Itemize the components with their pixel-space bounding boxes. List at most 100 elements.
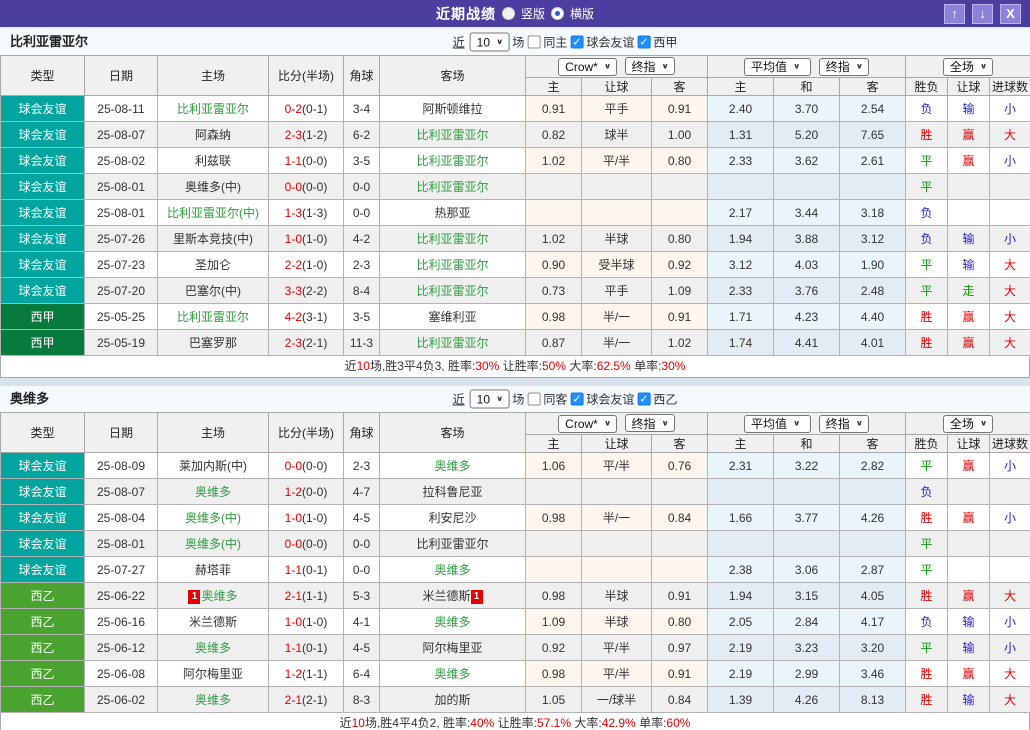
home-team-cell: 圣加仑 — [158, 252, 269, 278]
away-odds-cell — [652, 479, 708, 505]
handicap-result-cell: 输 — [948, 635, 990, 661]
sub-header-home-odds: 主 — [526, 78, 582, 96]
score-cell: 4-2(3-1) — [269, 304, 344, 330]
home-odds-cell — [526, 479, 582, 505]
same-home-label: 同主 — [543, 34, 567, 51]
halftime-score: (1-2) — [302, 128, 327, 142]
home-team-cell: 阿森纳 — [158, 122, 269, 148]
move-up-button[interactable]: ↑ — [944, 4, 965, 24]
avg-draw-odds-cell: 3.23 — [774, 635, 840, 661]
recent-count-select[interactable]: 10 — [470, 33, 510, 52]
average-select[interactable]: 平均值 — [744, 415, 811, 433]
halftime-score: (3-1) — [302, 310, 327, 324]
away-team-cell: 比利亚雷亚尔 — [380, 226, 526, 252]
recent-link[interactable]: 近 — [453, 34, 465, 51]
friendly-checkbox[interactable] — [570, 36, 583, 49]
vertical-layout-radio[interactable] — [502, 7, 515, 20]
halftime-score: (0-1) — [302, 102, 327, 116]
games-label: 场 — [512, 34, 524, 51]
away-odds-cell: 0.97 — [652, 635, 708, 661]
match-type-cell: 西乙 — [1, 687, 85, 713]
score-cell: 1-1(0-1) — [269, 635, 344, 661]
score-cell: 1-0(1-0) — [269, 226, 344, 252]
fulltime-select[interactable]: 全场 — [943, 58, 993, 76]
score-cell: 3-3(2-2) — [269, 278, 344, 304]
avg-draw-odds-cell: 3.62 — [774, 148, 840, 174]
fulltime-score: 2-2 — [285, 258, 302, 272]
final-odds-select[interactable]: 终指 — [625, 57, 675, 75]
table-row: 球会友谊 25-07-20 巴塞尔(中) 3-3(2-2) 8-4 比利亚雷亚尔… — [1, 278, 1030, 304]
away-odds-cell: 0.80 — [652, 226, 708, 252]
average-select[interactable]: 平均值 — [744, 58, 811, 76]
handicap-result-cell: 赢 — [948, 661, 990, 687]
handicap-cell: 半球 — [582, 583, 652, 609]
same-home-checkbox[interactable] — [527, 36, 540, 49]
team-name-text: 奥维多 — [201, 589, 237, 603]
recent-count-select[interactable]: 10 — [470, 390, 510, 409]
fulltime-score: 2-3 — [285, 336, 302, 350]
odds-company-select[interactable]: Crow* — [558, 58, 617, 76]
close-button[interactable]: X — [1000, 4, 1021, 24]
final-odds-select[interactable]: 终指 — [625, 414, 675, 432]
col-header-away: 客场 — [380, 56, 526, 96]
average-header-cell: 平均值 终指 — [708, 56, 906, 78]
avg-draw-odds-cell: 4.03 — [774, 252, 840, 278]
filter-bar: 近 10 场 同客 球会友谊 西乙 — [453, 390, 678, 409]
date-cell: 25-08-07 — [85, 122, 158, 148]
away-odds-cell: 1.09 — [652, 278, 708, 304]
move-down-button[interactable]: ↓ — [972, 4, 993, 24]
goals-result-cell: 大 — [990, 122, 1030, 148]
avg-away-odds-cell: 2.61 — [840, 148, 906, 174]
result-cell: 平 — [906, 278, 948, 304]
league-checkbox[interactable] — [637, 36, 650, 49]
fulltime-score: 1-1 — [285, 563, 302, 577]
corners-cell: 3-4 — [344, 96, 380, 122]
away-team-cell: 奥维多 — [380, 557, 526, 583]
date-cell: 25-08-11 — [85, 96, 158, 122]
team-name-text: 奥维多 — [434, 563, 470, 577]
result-cell: 胜 — [906, 330, 948, 356]
halftime-score: (0-1) — [302, 641, 327, 655]
away-team-cell: 奥维多 — [380, 453, 526, 479]
home-team-cell: 巴塞罗那 — [158, 330, 269, 356]
avg-draw-odds-cell: 3.15 — [774, 583, 840, 609]
avg-draw-odds-cell: 3.77 — [774, 505, 840, 531]
vertical-layout-label: 竖版 — [521, 5, 545, 22]
result-cell: 平 — [906, 531, 948, 557]
team-name-text: 比利亚雷亚尔 — [177, 102, 249, 116]
team-name-text: 奥维多 — [434, 459, 470, 473]
corners-cell: 2-3 — [344, 453, 380, 479]
friendly-label: 球会友谊 — [586, 391, 634, 408]
titlebar: 近期战绩 竖版 横版 ↑ ↓ X — [0, 0, 1030, 27]
home-odds-cell: 1.06 — [526, 453, 582, 479]
recent-count-value: 10 — [477, 392, 490, 406]
handicap-result-cell: 赢 — [948, 330, 990, 356]
date-cell: 25-08-07 — [85, 479, 158, 505]
friendly-checkbox[interactable] — [570, 393, 583, 406]
score-cell: 1-0(1-0) — [269, 609, 344, 635]
avg-home-odds-cell: 1.31 — [708, 122, 774, 148]
col-header-type: 类型 — [1, 413, 85, 453]
fulltime-select[interactable]: 全场 — [943, 415, 993, 433]
home-team-cell: 奥维多(中) — [158, 531, 269, 557]
avg-away-odds-cell — [840, 174, 906, 200]
same-away-checkbox[interactable] — [527, 393, 540, 406]
away-team-cell: 比利亚雷亚尔 — [380, 122, 526, 148]
home-odds-cell — [526, 200, 582, 226]
match-type-cell: 球会友谊 — [1, 148, 85, 174]
halftime-score: (0-0) — [302, 485, 327, 499]
goals-result-cell — [990, 200, 1030, 226]
odds-company-select[interactable]: Crow* — [558, 415, 617, 433]
team-name-text: 奥维多 — [195, 693, 231, 707]
result-cell: 胜 — [906, 304, 948, 330]
recent-count-value: 10 — [477, 35, 490, 49]
away-team-cell: 比利亚雷亚尔 — [380, 531, 526, 557]
team-name-text: 阿尔梅里亚 — [183, 667, 243, 681]
final-average-select[interactable]: 终指 — [819, 58, 869, 76]
final-average-select[interactable]: 终指 — [819, 415, 869, 433]
league-checkbox[interactable] — [637, 393, 650, 406]
fulltime-score: 1-2 — [285, 485, 302, 499]
recent-link[interactable]: 近 — [453, 391, 465, 408]
horizontal-layout-radio[interactable] — [551, 7, 564, 20]
halftime-score: (2-2) — [302, 284, 327, 298]
